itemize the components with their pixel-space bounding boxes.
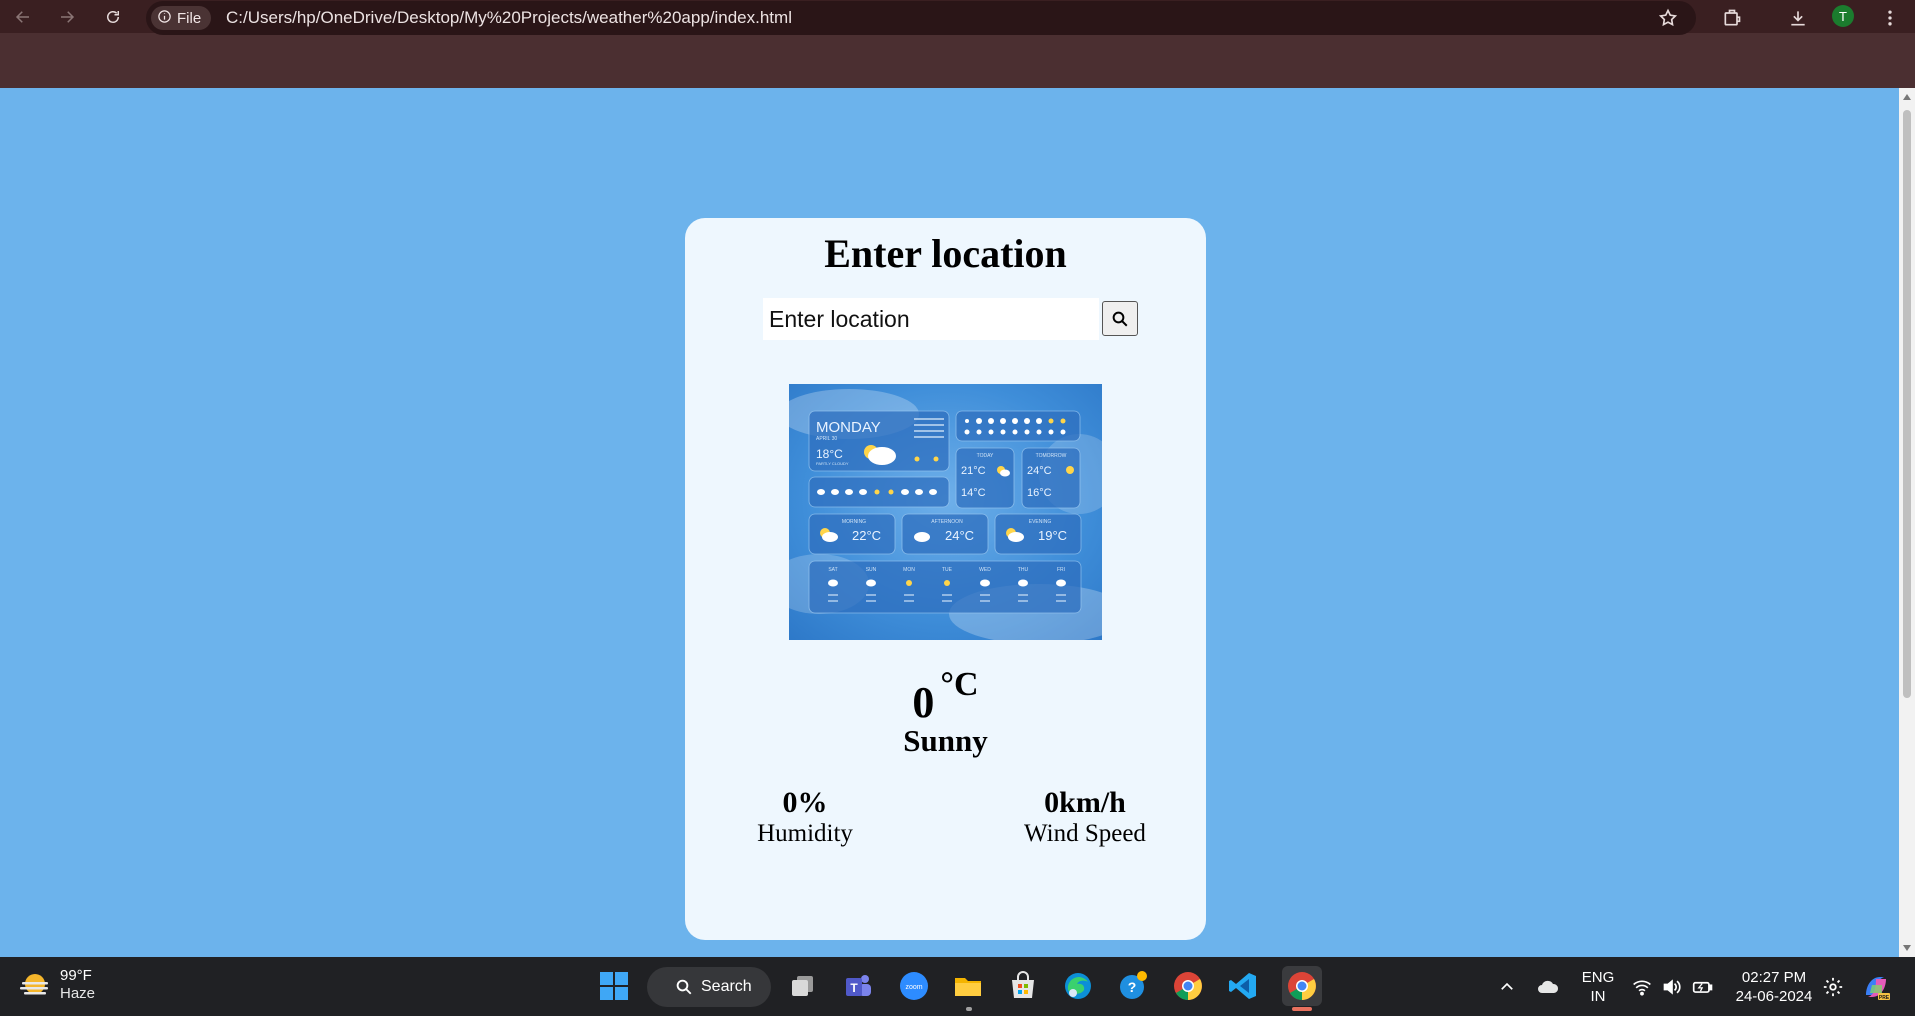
- wind-speed-stat: 0km/h Wind Speed: [1005, 786, 1165, 848]
- get-help-icon[interactable]: ?: [1115, 968, 1151, 1004]
- taskbar-search-label: Search: [701, 978, 752, 995]
- reload-icon[interactable]: [100, 4, 126, 30]
- address-bar[interactable]: File C:/Users/hp/OneDrive/Desktop/My%20P…: [146, 1, 1696, 35]
- illustration-date: APRIL 30: [816, 436, 837, 442]
- language-indicator[interactable]: ENG IN: [1580, 957, 1616, 1016]
- show-hidden-icons-chevron-icon[interactable]: [1498, 957, 1516, 1016]
- svg-text:T: T: [850, 981, 858, 995]
- evening-temp: 19°C: [1038, 528, 1067, 543]
- week-day-wed: WED: [979, 567, 991, 573]
- browser-toolbar: File C:/Users/hp/OneDrive/Desktop/My%20P…: [0, 0, 1915, 35]
- start-windows-icon[interactable]: [596, 968, 632, 1004]
- chrome-icon[interactable]: [1170, 968, 1206, 1004]
- extensions-icon[interactable]: [1718, 4, 1746, 32]
- browser-frame: File C:/Users/hp/OneDrive/Desktop/My%20P…: [0, 0, 1915, 88]
- svg-text:PRE: PRE: [1879, 995, 1890, 1001]
- scroll-down-arrow-icon[interactable]: [1903, 945, 1911, 951]
- temperature-value: 0: [912, 678, 935, 727]
- clock-date: 24-06-2024: [1735, 987, 1813, 1005]
- weather-card: Enter location Enter location MONDAY APR…: [685, 218, 1206, 940]
- week-day-mon: MON: [903, 567, 915, 573]
- haze-sun-icon: [20, 974, 48, 995]
- notification-settings-icon[interactable]: [1822, 957, 1844, 1016]
- taskbar: 99°F Haze Search T zoom ? ENG IN 02:27 P…: [0, 957, 1915, 1016]
- morning-label: MORNING: [842, 519, 866, 525]
- today-label: TODAY: [977, 453, 994, 459]
- humidity-stat: 0% Humidity: [750, 786, 860, 848]
- menu-kebab-icon[interactable]: [1876, 4, 1904, 32]
- zoom-icon[interactable]: zoom: [896, 968, 932, 1004]
- temperature-unit: °C: [940, 666, 979, 703]
- taskbar-weather-temp: 99°F: [60, 967, 92, 984]
- onedrive-cloud-icon[interactable]: [1536, 957, 1560, 1016]
- info-icon: [157, 9, 172, 28]
- tomorrow-low: 16°C: [1027, 487, 1052, 499]
- wind-speed-value: 0km/h: [1044, 786, 1126, 819]
- cloud-icon: [868, 447, 896, 465]
- humidity-value: 0%: [782, 786, 828, 819]
- file-chip-label: File: [177, 9, 202, 27]
- microsoft-store-icon[interactable]: [1005, 968, 1041, 1004]
- evening-label: EVENING: [1029, 519, 1052, 525]
- weather-condition: Sunny: [903, 723, 988, 758]
- temperature-display: 0 °C: [685, 666, 1206, 728]
- download-icon[interactable]: [1784, 4, 1812, 32]
- week-day-sat: SAT: [828, 567, 837, 573]
- taskbar-weather-condition: Haze: [60, 985, 96, 1002]
- illustration-main-desc: PARTLY CLOUDY: [816, 461, 849, 466]
- battery-charging-icon: [1692, 981, 1713, 993]
- teams-icon[interactable]: T: [840, 968, 876, 1004]
- week-day-sun: SUN: [866, 567, 877, 573]
- week-day-fri: FRI: [1057, 567, 1065, 573]
- volume-icon: [1663, 978, 1681, 995]
- humidity-label: Humidity: [757, 820, 853, 847]
- svg-text:?: ?: [1128, 979, 1137, 995]
- today-high: 21°C: [961, 465, 986, 477]
- today-low: 14°C: [961, 487, 986, 499]
- chrome-active-icon[interactable]: [1282, 966, 1322, 1006]
- weather-illustration: MONDAY APRIL 30 18°C PARTLY CLOUDY TODAY…: [789, 384, 1102, 640]
- site-info-chip[interactable]: File: [151, 6, 212, 30]
- language-line2: IN: [1590, 987, 1606, 1005]
- chrome-active-indicator: [1292, 1007, 1312, 1011]
- clock[interactable]: 02:27 PM 24-06-2024: [1732, 957, 1816, 1016]
- language-line1: ENG: [1581, 968, 1615, 986]
- afternoon-label: AFTERNOON: [931, 519, 963, 525]
- search-icon: [1112, 311, 1128, 326]
- file-explorer-icon[interactable]: [950, 968, 986, 1004]
- tomorrow-label: TOMORROW: [1036, 453, 1067, 459]
- taskbar-search-button[interactable]: Search: [647, 967, 771, 1007]
- copilot-icon[interactable]: PRE: [1860, 957, 1892, 1016]
- afternoon-temp: 24°C: [945, 528, 974, 543]
- tomorrow-high: 24°C: [1027, 465, 1052, 477]
- scroll-thumb[interactable]: [1903, 110, 1911, 698]
- forward-icon[interactable]: [54, 4, 80, 30]
- week-day-thu: THU: [1018, 567, 1029, 573]
- svg-text:zoom: zoom: [905, 984, 922, 991]
- wifi-icon: [1633, 980, 1651, 996]
- edge-browser-icon[interactable]: [1060, 968, 1096, 1004]
- illustration-main-temp: 18°C: [816, 447, 843, 461]
- explorer-open-indicator: [966, 1007, 972, 1011]
- wind-speed-label: Wind Speed: [1024, 820, 1146, 847]
- week-day-tue: TUE: [942, 567, 953, 573]
- illustration-day: MONDAY: [816, 419, 881, 436]
- scroll-up-arrow-icon[interactable]: [1903, 94, 1911, 100]
- page-title: Enter location: [824, 231, 1067, 276]
- clock-time: 02:27 PM: [1741, 968, 1807, 986]
- quick-settings[interactable]: [1632, 957, 1714, 1016]
- search-icon: [676, 979, 692, 995]
- url-text[interactable]: C:/Users/hp/OneDrive/Desktop/My%20Projec…: [226, 8, 792, 28]
- profile-avatar[interactable]: T: [1832, 5, 1854, 27]
- taskbar-weather-widget[interactable]: 99°F Haze: [18, 967, 95, 1003]
- vscode-icon[interactable]: [1225, 968, 1261, 1004]
- page-scrollbar[interactable]: [1899, 88, 1915, 957]
- search-button[interactable]: [1102, 301, 1138, 336]
- morning-temp: 22°C: [852, 528, 881, 543]
- bookmark-star-icon[interactable]: [1654, 4, 1682, 32]
- task-view-icon[interactable]: [785, 968, 821, 1004]
- back-icon[interactable]: [10, 4, 36, 30]
- location-search-input[interactable]: [763, 298, 1099, 340]
